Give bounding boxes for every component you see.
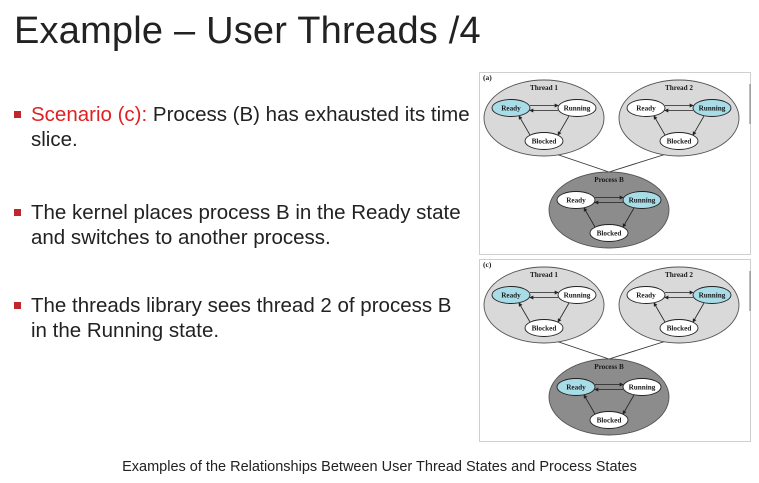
bullet-text: Scenario (c): Process (B) has exhausted …	[31, 102, 471, 152]
state-running: Running	[557, 99, 597, 117]
machine-title: Process B	[594, 176, 624, 184]
state-label: Running	[629, 197, 656, 205]
state-label: Blocked	[532, 325, 557, 333]
state-ready: Ready	[556, 191, 596, 209]
state-running: Running	[622, 378, 662, 396]
state-running: Running	[622, 191, 662, 209]
process-b-machine: Process B Ready Running Blocked	[548, 171, 670, 249]
bullet-square-icon	[14, 302, 21, 309]
state-ready: Ready	[491, 99, 531, 117]
diagram-panel: (a) Thread 1 Ready Running Blocked Thread 2 Re…	[479, 72, 751, 255]
state-label: Running	[564, 292, 591, 300]
state-label: Blocked	[667, 138, 692, 146]
thread-1-machine: Thread 1 Ready Running Blocked	[483, 79, 605, 157]
state-running: Running	[557, 286, 597, 304]
machine-title: Thread 2	[665, 84, 693, 92]
state-label: Running	[699, 292, 726, 300]
state-blocked: Blocked	[589, 411, 629, 429]
thread-2-machine: Thread 2 Ready Running Blocked	[618, 266, 740, 344]
state-blocked: Blocked	[524, 132, 564, 150]
state-blocked: Blocked	[659, 319, 699, 337]
machine-title: Thread 2	[665, 271, 693, 279]
machine-title: Process B	[594, 363, 624, 371]
state-label: Blocked	[532, 138, 557, 146]
state-diagram-svg: (a) Thread 1 Ready Running Blocked Thread 2 Re…	[479, 72, 751, 442]
bullet-highlight: Scenario (c):	[31, 103, 148, 126]
state-label: Running	[699, 105, 726, 113]
figure-caption: Examples of the Relationships Between Us…	[122, 459, 637, 475]
slide-title: Example – User Threads /4	[14, 10, 481, 52]
panel-label: (a)	[483, 73, 492, 82]
state-label: Blocked	[667, 325, 692, 333]
panel-label: (c)	[483, 260, 492, 269]
state-label: Ready	[566, 197, 586, 205]
bullet-square-icon	[14, 111, 21, 118]
state-label: Ready	[636, 105, 656, 113]
bullet-text: The kernel places process B in the Ready…	[31, 201, 461, 249]
state-ready: Ready	[626, 286, 666, 304]
machine-title: Thread 1	[530, 271, 558, 279]
state-label: Blocked	[597, 230, 622, 238]
state-ready: Ready	[556, 378, 596, 396]
thread-state-figure: (a) Thread 1 Ready Running Blocked Thread 2 Re…	[479, 72, 751, 449]
machine-title: Thread 1	[530, 84, 558, 92]
state-label: Ready	[636, 292, 656, 300]
state-label: Running	[629, 384, 656, 392]
diagram-panel: (c) Thread 1 Ready Running Blocked Thread 2 Re…	[479, 259, 751, 442]
thread-2-machine: Thread 2 Ready Running Blocked	[618, 79, 740, 157]
state-label: Blocked	[597, 417, 622, 425]
state-label: Running	[564, 105, 591, 113]
state-ready: Ready	[491, 286, 531, 304]
thread-1-machine: Thread 1 Ready Running Blocked	[483, 266, 605, 344]
state-blocked: Blocked	[659, 132, 699, 150]
bullet-text: The threads library sees thread 2 of pro…	[31, 294, 452, 342]
state-blocked: Blocked	[589, 224, 629, 242]
state-running: Running	[692, 99, 732, 117]
state-blocked: Blocked	[524, 319, 564, 337]
process-b-machine: Process B Ready Running Blocked	[548, 358, 670, 436]
state-ready: Ready	[626, 99, 666, 117]
state-label: Ready	[566, 384, 586, 392]
bullet-square-icon	[14, 209, 21, 216]
state-label: Ready	[501, 292, 521, 300]
state-label: Ready	[501, 105, 521, 113]
state-running: Running	[692, 286, 732, 304]
